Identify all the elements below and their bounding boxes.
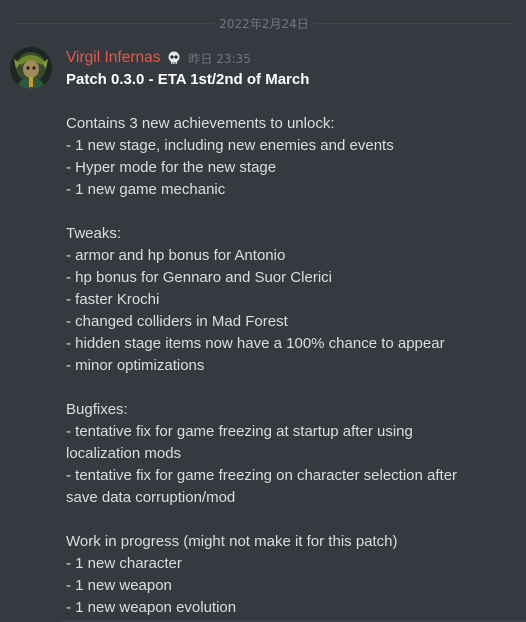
wip-heading: Work in progress (might not make it for …: [66, 533, 398, 550]
list-item: - tentative fix for game freezing at sta…: [66, 423, 413, 440]
list-item: - 1 new weapon: [66, 577, 172, 594]
avatar[interactable]: [10, 47, 52, 89]
bugfixes-heading: Bugfixes:: [66, 401, 128, 418]
list-item: localization mods: [66, 445, 182, 462]
divider-line-right: [312, 22, 513, 24]
list-item: - tentative fix for game freezing on cha…: [66, 467, 458, 484]
tweaks-heading: Tweaks:: [66, 225, 122, 242]
list-item: - Hyper mode for the new stage: [66, 159, 277, 176]
list-item: - hp bonus for Gennaro and Suor Clerici: [66, 269, 332, 286]
message-timestamp[interactable]: 昨日 23:35: [188, 50, 250, 67]
chat-message: Virgil Infernas 昨日 23:35 Patch 0.3.0 - E…: [0, 40, 526, 622]
list-item: - 1 new character: [66, 555, 182, 572]
intro-line: Contains 3 new achievements to unlock:: [66, 115, 335, 132]
list-item: - armor and hp bonus for Antonio: [66, 247, 286, 264]
list-item: - 1 new weapon evolution: [66, 599, 237, 616]
list-item: - 1 new stage, including new enemies and…: [66, 137, 394, 154]
chat-view: 2022年2月24日 Virgil Infernas 昨日 23:35 Patc…: [0, 0, 526, 622]
date-divider: 2022年2月24日: [16, 12, 513, 34]
list-item: - changed colliders in Mad Forest: [66, 313, 288, 330]
patch-title: Patch 0.3.0 - ETA 1st/2nd of March: [66, 71, 310, 88]
skull-badge-icon: [166, 50, 182, 66]
avatar-image: [10, 47, 52, 89]
date-divider-text: 2022年2月24日: [219, 16, 309, 31]
divider-line-left: [16, 22, 216, 24]
list-item: - faster Krochi: [66, 291, 160, 308]
message-content: Patch 0.3.0 - ETA 1st/2nd of March Conta…: [66, 69, 506, 619]
list-item: save data corruption/mod: [66, 489, 236, 506]
author-name[interactable]: Virgil Infernas: [66, 49, 160, 67]
message-header: Virgil Infernas 昨日 23:35: [66, 47, 251, 69]
list-item: - minor optimizations: [66, 357, 205, 374]
list-item: - hidden stage items now have a 100% cha…: [66, 335, 445, 352]
list-item: - 1 new game mechanic: [66, 181, 226, 198]
